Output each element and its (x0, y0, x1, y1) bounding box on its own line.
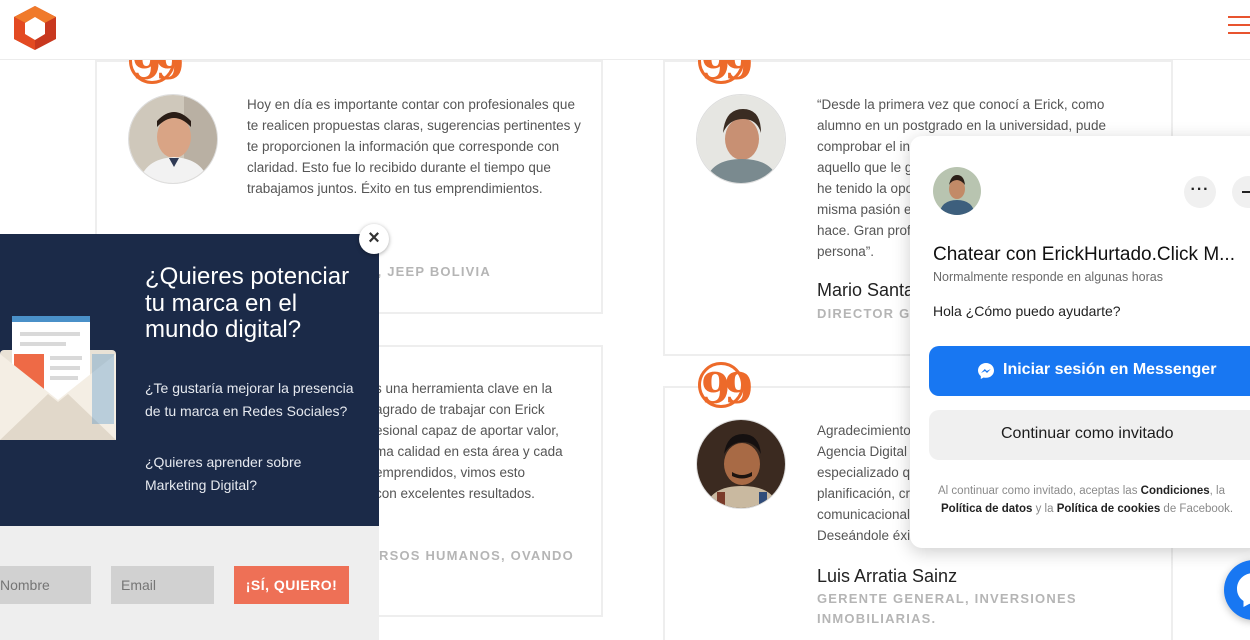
continue-as-guest-button[interactable]: Continuar como invitado (929, 410, 1250, 460)
avatar (128, 94, 218, 184)
messenger-chat-widget: ··· Chatear con ErickHurtado.Click M... … (910, 136, 1250, 548)
person-name: Luis Arratia Sainz (817, 566, 958, 586)
legal-notice: Al continuar como invitado, aceptas las … (938, 485, 1234, 515)
terms-link[interactable]: Condiciones (1141, 485, 1210, 497)
data-policy-link[interactable]: Política de datos (941, 503, 1032, 515)
chat-title: Chatear con ErickHurtado.Click M... (933, 244, 1235, 265)
person-role: A, JEEP BOLIVIA (367, 264, 491, 279)
minimize-icon (1242, 191, 1250, 193)
testimonial-quote: Hoy en día es importante contar con prof… (247, 97, 581, 196)
hamburger-menu-icon[interactable] (1228, 16, 1250, 34)
guest-label: Continuar como invitado (1001, 425, 1174, 442)
messenger-login-button[interactable]: Iniciar sesión en Messenger (929, 346, 1250, 396)
page: Hoy en día es importante contar con prof… (0, 0, 1250, 640)
subscribe-button[interactable]: ¡SÍ, QUIERO! (234, 566, 349, 604)
person-name: Mario Santa (817, 280, 915, 300)
cookie-policy-link[interactable]: Política de cookies (1057, 503, 1161, 515)
avatar (696, 419, 786, 509)
avatar (696, 94, 786, 184)
messenger-login-label: Iniciar sesión en Messenger (1003, 361, 1217, 378)
person-role: DIRECTOR GE (817, 306, 921, 321)
minimize-button[interactable] (1232, 176, 1250, 208)
name-field[interactable] (0, 566, 91, 604)
more-options-button[interactable]: ··· (1184, 176, 1216, 208)
popup-header: ¿Quieres potenciar tu marca en el mundo … (0, 234, 379, 526)
messenger-icon (1237, 573, 1250, 607)
popup-question-2: ¿Quieres aprender sobre Marketing Digita… (145, 454, 302, 493)
site-header (0, 0, 1250, 60)
quote-icon: 99 (698, 362, 753, 412)
page-avatar (933, 167, 981, 215)
chat-greeting: Hola ¿Cómo puedo ayudarte? (933, 303, 1121, 319)
newsletter-popup: ¿Quieres potenciar tu marca en el mundo … (0, 234, 380, 640)
person-role: GERENTE GENERAL, INVERSIONES INMOBILIARI… (817, 591, 1077, 626)
messenger-icon (978, 363, 994, 379)
testimonial-quote: s una herramienta clave en la agrado de … (375, 381, 563, 501)
hexagon-logo-icon[interactable] (10, 4, 60, 52)
person-role: RSOS HUMANOS, OVANDO (379, 548, 574, 563)
popup-question-1: ¿Te gustaría mejorar la presencia de tu … (145, 380, 354, 419)
envelope-icon (0, 316, 116, 440)
chat-response-time: Normalmente responde en algunas horas (933, 270, 1163, 284)
popup-title: ¿Quieres potenciar tu marca en el mundo … (145, 263, 350, 343)
email-field[interactable] (111, 566, 214, 604)
messenger-launcher-button[interactable] (1224, 560, 1250, 620)
close-popup-button[interactable]: × (359, 224, 389, 254)
